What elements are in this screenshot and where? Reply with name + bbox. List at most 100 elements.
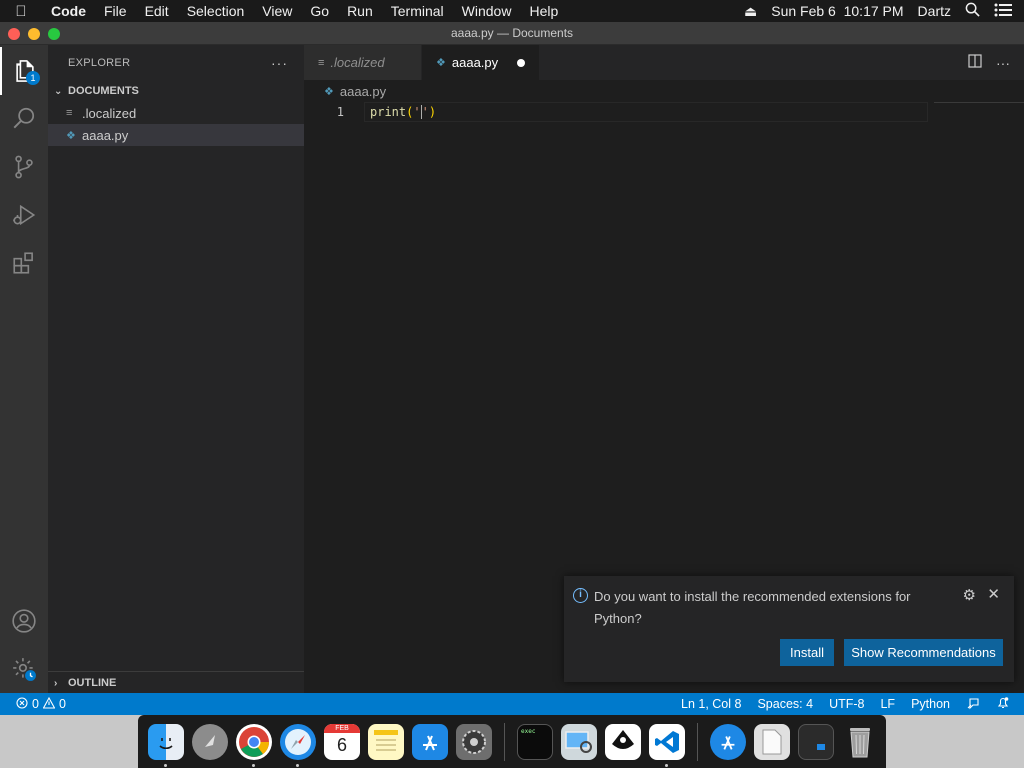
file-document-icon[interactable] [754, 723, 790, 760]
error-icon [16, 696, 28, 712]
menu-help[interactable]: Help [520, 3, 567, 19]
indentation[interactable]: Spaces: 4 [757, 697, 813, 711]
activity-search[interactable] [0, 95, 48, 143]
eject-icon[interactable]: ⏏ [744, 3, 757, 20]
gear-icon[interactable]: ⚙ [963, 586, 976, 604]
problems-indicator[interactable]: 0 0 [0, 696, 66, 712]
running-indicator [665, 763, 668, 767]
activity-run-debug[interactable] [0, 191, 48, 239]
gear-icon [13, 658, 36, 681]
window-title: aaaa.py — Documents [450, 26, 574, 40]
feedback-icon[interactable] [966, 696, 980, 713]
more-actions-icon[interactable]: ··· [271, 55, 288, 71]
language-mode[interactable]: Python [911, 697, 950, 711]
calendar-month: FEB [324, 723, 360, 733]
python-file-icon: ❖ [436, 57, 446, 69]
activity-accounts[interactable] [0, 597, 48, 645]
menubar-status-area: ⏏ Sun Feb 6 10:17 PM Dartz [730, 2, 1024, 20]
running-indicator [252, 763, 255, 767]
run-debug-icon [13, 204, 36, 226]
activity-extensions[interactable] [0, 239, 48, 287]
file-item-localized[interactable]: ≡ .localized [48, 102, 304, 124]
calendar-icon[interactable]: FEB 6 [324, 723, 360, 760]
breadcrumb-file[interactable]: aaaa.py [340, 84, 386, 99]
menu-view[interactable]: View [253, 3, 301, 19]
line-number: 1 [336, 105, 344, 119]
trash-icon[interactable] [842, 724, 878, 760]
more-actions-icon[interactable]: ··· [996, 55, 1010, 71]
encoding[interactable]: UTF-8 [829, 697, 864, 711]
inkscape-icon[interactable] [605, 723, 641, 760]
menu-file[interactable]: File [95, 3, 136, 19]
account-icon [12, 609, 36, 633]
menubar-user[interactable]: Dartz [918, 3, 951, 19]
chrome-icon[interactable] [236, 723, 272, 767]
safari-icon[interactable] [280, 723, 316, 767]
app-store-icon[interactable] [412, 723, 448, 760]
macos-menubar:  Code File Edit Selection View Go Run T… [0, 0, 1024, 22]
warning-count: 0 [58, 697, 66, 711]
error-count: 0 [32, 697, 39, 711]
activity-explorer[interactable]: 1 [0, 47, 48, 95]
file-item-aaaa-py[interactable]: ❖ aaaa.py [48, 124, 304, 146]
notification-center-icon[interactable] [994, 3, 1012, 20]
window-titlebar: aaaa.py — Documents [0, 22, 1024, 45]
tab-aaaa-py[interactable]: ❖ aaaa.py [422, 45, 540, 80]
chevron-right-icon: › [54, 677, 58, 689]
text-file-icon: ≡ [318, 56, 325, 69]
terminal-icon-text: exec [521, 727, 536, 735]
menu-terminal[interactable]: Terminal [382, 3, 453, 19]
launchpad-icon[interactable] [192, 723, 228, 760]
code-line[interactable]: 1 print('') [304, 102, 1024, 122]
menu-window[interactable]: Window [453, 3, 521, 19]
unsaved-dot-icon[interactable] [517, 58, 525, 67]
tab-label: aaaa.py [451, 55, 499, 70]
finder-icon[interactable] [148, 723, 184, 767]
extensions-icon [13, 252, 33, 274]
outline-header[interactable]: › OUTLINE [48, 672, 304, 694]
explorer-title: EXPLORER [68, 56, 131, 69]
text-file-icon: ≡ [66, 107, 73, 119]
menubar-clock[interactable]: Sun Feb 6 10:17 PM [771, 3, 903, 19]
menu-app-name[interactable]: Code [42, 3, 95, 19]
screenshot-folder-icon[interactable] [798, 723, 834, 760]
current-line-highlight [364, 102, 928, 122]
apple-menu-icon[interactable]:  [0, 3, 42, 20]
notifications-bell-icon[interactable] [996, 696, 1010, 713]
file-name: .localized [82, 105, 137, 121]
outline-section[interactable]: › OUTLINE [48, 671, 304, 693]
extension-recommendation-toast: i Do you want to install the recommended… [564, 576, 1014, 682]
activity-source-control[interactable] [0, 143, 48, 191]
cursor-position[interactable]: Ln 1, Col 8 [681, 697, 741, 711]
editor-actions: ··· [954, 45, 1010, 80]
editor-tabs: ≡ .localized ❖ aaaa.py ··· [304, 45, 1024, 80]
folder-name: DOCUMENTS [68, 85, 139, 97]
menu-go[interactable]: Go [301, 3, 338, 19]
file-name: aaaa.py [82, 127, 129, 143]
preview-icon[interactable] [561, 723, 597, 760]
search-icon [13, 107, 35, 129]
menu-run[interactable]: Run [338, 3, 382, 19]
activity-manage[interactable] [0, 645, 48, 693]
outline-title: OUTLINE [68, 677, 117, 689]
app-store-downloads-icon[interactable] [710, 723, 746, 760]
tab-localized[interactable]: ≡ .localized [304, 45, 422, 80]
minimap-edge [934, 102, 1024, 103]
install-button[interactable]: Install [780, 639, 834, 666]
folder-section-header[interactable]: ⌄ DOCUMENTS [48, 80, 304, 102]
line-ending[interactable]: LF [880, 697, 895, 711]
show-recommendations-button[interactable]: Show Recommendations [844, 639, 1003, 666]
spotlight-search-icon[interactable] [965, 2, 980, 20]
notes-icon[interactable] [368, 723, 404, 760]
close-icon[interactable]: ✕ [987, 585, 1000, 603]
menu-edit[interactable]: Edit [136, 3, 178, 19]
source-control-icon [15, 155, 33, 179]
running-indicator [164, 763, 167, 767]
terminal-icon[interactable]: exec [517, 723, 553, 760]
split-editor-icon[interactable] [968, 54, 982, 71]
menu-selection[interactable]: Selection [178, 3, 254, 19]
calendar-day: 6 [336, 734, 347, 755]
vscode-icon[interactable] [649, 723, 685, 767]
system-preferences-icon[interactable] [456, 723, 492, 760]
python-file-icon: ❖ [66, 129, 76, 142]
